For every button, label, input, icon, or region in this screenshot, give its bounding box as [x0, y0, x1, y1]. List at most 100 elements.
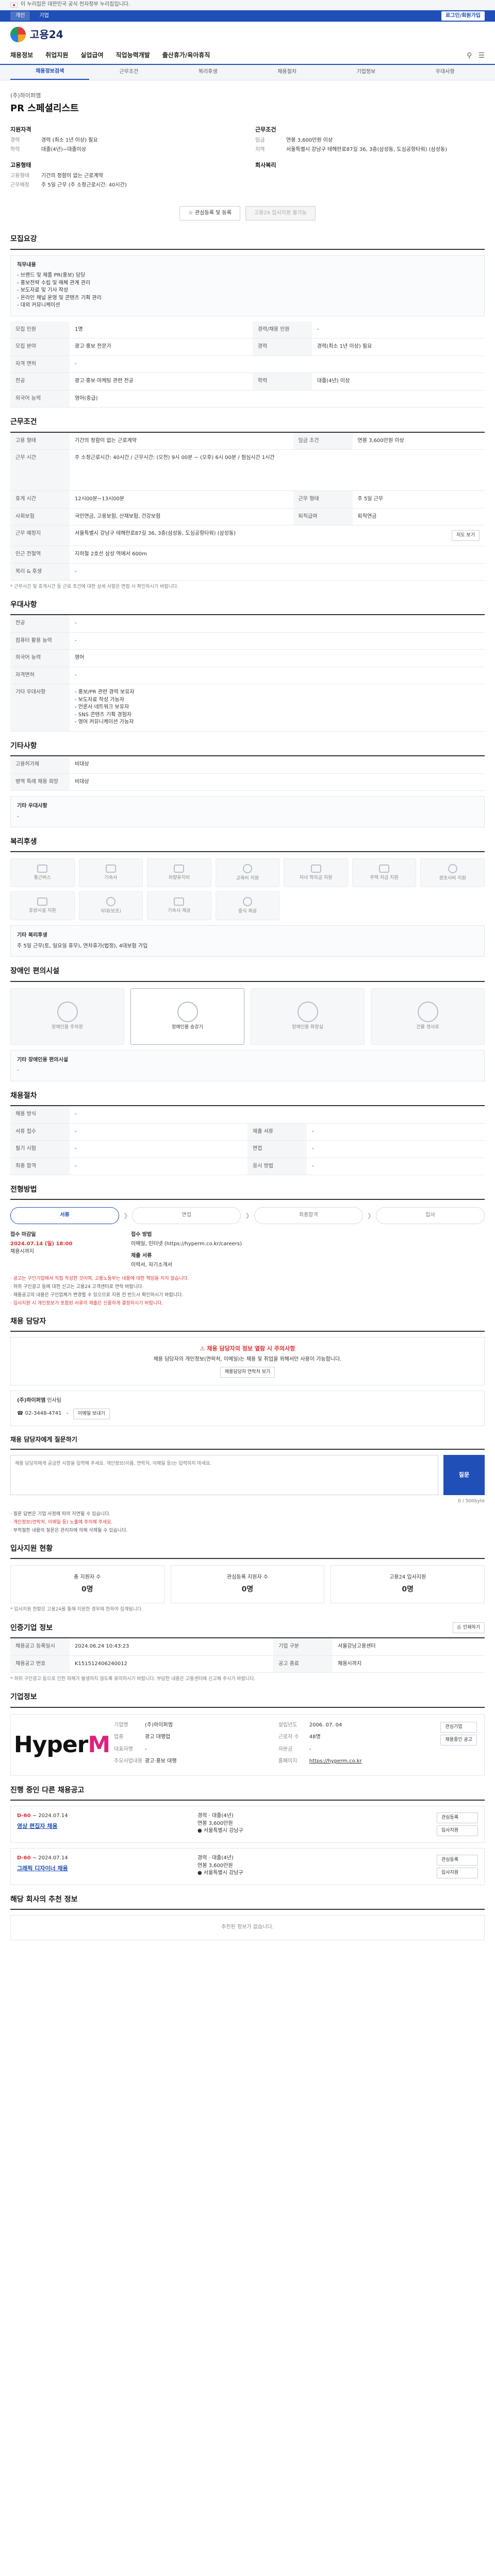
send-question-button[interactable]: 질문 — [443, 1454, 485, 1495]
table-key: 모집 인원 — [10, 321, 70, 339]
section-title: 전형방법 — [10, 1184, 485, 1200]
dday-badge: D-60 — [17, 1855, 31, 1861]
stat-card: 관심등록 지원자 수 0명 — [170, 1565, 325, 1604]
map-button[interactable]: 지도 보기 — [452, 530, 480, 541]
table-key: 경력/채용 인원 — [252, 321, 312, 339]
search-icon[interactable]: ⚲ — [467, 50, 472, 61]
table-key: 외국어 능력 — [10, 649, 70, 667]
corp-homepage-link[interactable]: https://hyperm.co.kr — [309, 1758, 362, 1766]
table-value: 광고·홍보·마케팅 관련 전공 — [70, 372, 253, 391]
table-key: 채용 방식 — [10, 1106, 70, 1124]
job-title-link[interactable]: 그래픽 디자이너 채용 — [17, 1865, 187, 1873]
tab-pref[interactable]: 우대사항 — [406, 65, 485, 79]
job-title-link[interactable]: 영상 편집자 채용 — [17, 1822, 187, 1831]
table-value: - — [70, 1123, 248, 1141]
table-value: - — [307, 1123, 485, 1141]
tab-process[interactable]: 채용절차 — [248, 65, 326, 79]
table-value: - — [311, 321, 485, 339]
job-scrap-button[interactable]: 관심등록 — [437, 1812, 478, 1824]
pref-line: - 보도자료 작성 가능자 — [75, 697, 124, 703]
job-desc-line: - 대외 커뮤니케이션 — [17, 302, 60, 309]
show-contact-button[interactable]: 채용담당자 연락처 보기 — [220, 1366, 275, 1378]
tab-company[interactable]: 기업 — [34, 11, 54, 21]
nav-item-employment[interactable]: 취업지원 — [45, 51, 68, 60]
table-row: 인근 전철역 지하철 2호선 삼성 역에서 600m — [10, 546, 485, 564]
job-career: 경력 — [197, 1855, 207, 1861]
method-value[interactable]: 이메일, 인터넷 (https://hyperm.co.kr/careers) — [131, 1241, 485, 1248]
access-item: 장애인용 화장실 — [251, 988, 365, 1045]
bus-icon — [37, 864, 48, 873]
warning-title-text: 채용 담당자의 정보 열람 시 주의사항 — [207, 1345, 295, 1352]
company-name[interactable]: (주)하이퍼엠 — [10, 92, 485, 100]
table-value: 연봉 3,600만원 이상 — [352, 432, 485, 450]
summary-welfare-heading: 회사복리 — [255, 161, 276, 168]
tab-corp[interactable]: 기업정보 — [326, 65, 405, 79]
table-key: 필기 시험 — [10, 1140, 70, 1158]
deadline-value: 2024.07.14 (일) 18:00 — [10, 1241, 73, 1247]
table-value: - — [70, 563, 485, 581]
table-key: 공고 종료 — [273, 1655, 333, 1673]
nav-item-unemployment[interactable]: 실업급여 — [80, 51, 103, 60]
qna-notes: · 질문 답변은 기업 사정에 따라 지연될 수 있습니다. · 개인정보(연락… — [10, 1511, 485, 1534]
scrap-button[interactable]: ☆ 관심등록 및 등록 — [179, 206, 240, 221]
table-row: 채용 방식 - — [10, 1106, 485, 1124]
menu-icon[interactable]: ☰ — [478, 50, 485, 61]
email-button[interactable]: 이메일 보내기 — [73, 1409, 110, 1420]
table-value: - — [70, 615, 485, 633]
corp-value: 광고·홍보 대행 — [145, 1758, 177, 1765]
site-logo-text[interactable]: 고용24 — [30, 27, 63, 42]
manager-dept: 인사팀 — [47, 1397, 61, 1403]
arrow-right-icon: ❯ — [367, 1212, 372, 1219]
logo-icon[interactable] — [10, 27, 26, 42]
welfare-icons: 통근버스 기숙사 차량유지비 교육비 지원 자녀 학자금 지원 주택 자금 지원… — [10, 858, 485, 921]
job-salary: 연봉 3,600만원 — [197, 1862, 233, 1869]
corp-value: 2006. 07. 04 — [309, 1722, 342, 1728]
manager-card: (주)하이퍼엠 인사팀 ☎ 02-3448-4741 - 이메일 보내기 — [10, 1390, 485, 1427]
related-section: 진행 중인 다른 채용공고 D-60 ~ 2024.07.14 영상 편집자 채… — [10, 1785, 485, 1886]
page-title: PR 스페셜리스트 — [10, 103, 79, 114]
table-row: 고용 형태 기간의 정함이 없는 근로계약 임금 조건 연봉 3,600만원 이상 — [10, 432, 485, 450]
welfare-item: 주택 자금 지원 — [352, 858, 417, 888]
job-apply-button[interactable]: 입사지원 — [437, 1825, 478, 1837]
fav-company-button[interactable]: 관심기업 — [440, 1721, 477, 1733]
workcond-table: 고용 형태 기간의 정함이 없는 근로계약 임금 조건 연봉 3,600만원 이상 근… — [10, 432, 485, 581]
table-key: 근무 형태 — [293, 490, 353, 509]
company-jobs-button[interactable]: 채용중인 공고 — [440, 1734, 477, 1745]
qna-note: · 부적절한 내용의 질문은 관리자에 의해 삭제될 수 있습니다. — [10, 1528, 128, 1533]
nav-item-jobs[interactable]: 채용정보 — [10, 51, 33, 60]
print-button[interactable]: ⎙ 인쇄하기 — [452, 1622, 485, 1634]
deadline-sub: 채용시까지 — [10, 1248, 34, 1255]
table-key: 인근 전철역 — [10, 546, 70, 564]
job-card[interactable]: D-60 ~ 2024.07.14 영상 편집자 채용 경력 · 대졸(4년) … — [10, 1806, 485, 1843]
table-row: 모집 인원 1명 경력/채용 인원 - — [10, 321, 485, 339]
tab-recruit[interactable]: 채용정보검색 — [10, 65, 90, 80]
job-scrap-button[interactable]: 관심등록 — [437, 1855, 478, 1866]
table-value: 비대상 — [70, 773, 485, 791]
company-logo[interactable]: Hyper M — [14, 1722, 110, 1768]
workcond-section: 근무조건 고용 형태 기간의 정함이 없는 근로계약 임금 조건 연봉 3,600만원… — [10, 417, 485, 590]
tab-workcond[interactable]: 근무조건 — [89, 65, 168, 79]
lunch-icon — [242, 896, 252, 906]
site-header: 고용24 — [0, 22, 495, 47]
table-row: 기타 우대사항 - 홍보/PR 관련 경력 보유자 - 보도자료 작성 가능자 … — [10, 684, 485, 732]
login-button[interactable]: 로그인/회원가입 — [441, 11, 485, 21]
nav-item-leave[interactable]: 출산휴가/육아휴직 — [162, 51, 210, 60]
tab-welfare[interactable]: 복리후생 — [169, 65, 248, 79]
summary-type-heading: 고용형태 — [10, 161, 31, 168]
table-value: 기간의 정함이 없는 근로계약 — [70, 432, 293, 450]
table-row: 외국어 능력 영어 — [10, 649, 485, 667]
scrap-button-label: 관심등록 및 등록 — [195, 210, 232, 216]
question-input[interactable] — [10, 1454, 438, 1495]
tab-personal[interactable]: 개인 — [10, 11, 30, 21]
logo-part-b: M — [88, 1731, 110, 1758]
welfare-item: 자녀 학자금 지원 — [284, 858, 348, 888]
step-item: 최종합격 — [254, 1207, 363, 1224]
job-card[interactable]: D-60 ~ 2024.07.14 그래픽 디자이너 채용 경력 · 대졸(4년… — [10, 1848, 485, 1886]
nav-item-training[interactable]: 직업능력개발 — [116, 51, 150, 60]
stats-section: 입사지원 현황 총 지원자 수 0명 관심등록 지원자 수 0명 고용24 입사지원… — [10, 1544, 485, 1613]
apply-button[interactable]: 고용24 입사지원 불가능 — [245, 206, 316, 221]
car-icon — [174, 864, 185, 873]
table-row: 근무 예정지 서울특별시 강남구 테헤란로87길 36, 3층(삼성동, 도심공항… — [10, 525, 485, 547]
job-apply-button[interactable]: 입사지원 — [437, 1868, 478, 1879]
stats-note: * 입사지원 현황은 고용24를 통해 지원한 경우에 한하여 집계됩니다. — [10, 1607, 143, 1613]
